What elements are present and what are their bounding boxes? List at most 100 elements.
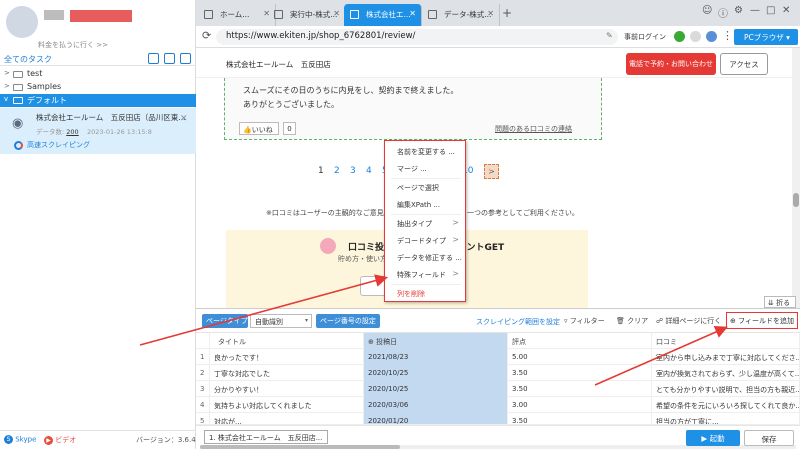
- cell[interactable]: 2020/10/25: [364, 381, 508, 397]
- pc-browser-select[interactable]: PCブラウザ ▾: [734, 29, 798, 45]
- url-input[interactable]: https://www.ekiten.jp/shop_6762801/revie…: [216, 29, 618, 45]
- column-header[interactable]: 口コミ: [652, 333, 800, 349]
- page-tab[interactable]: 1. 株式会社エールーム 五反田店...: [204, 430, 328, 444]
- menu-decode-type[interactable]: デコードタイプ >: [385, 232, 467, 249]
- maximize-icon[interactable]: □: [766, 5, 775, 16]
- menu-edit-xpath[interactable]: 編集XPath ...: [385, 196, 467, 213]
- page-2[interactable]: 2: [334, 166, 340, 176]
- cell[interactable]: 2021/08/23: [364, 349, 508, 365]
- cell[interactable]: 室内から申し込みまで丁寧に対応してくださ...: [652, 349, 800, 365]
- edit-icon[interactable]: ✎: [606, 31, 613, 40]
- tab-running[interactable]: 実行中-株式... ✕: [268, 4, 346, 26]
- cell[interactable]: 3.50: [508, 365, 652, 381]
- scrape-range-link[interactable]: スクレイピング範囲を設定: [476, 317, 560, 327]
- account-icon[interactable]: ☺: [702, 5, 712, 16]
- reload-icon[interactable]: ⟳: [202, 29, 211, 42]
- chevron-right-icon[interactable]: >: [4, 82, 10, 90]
- new-task-icon[interactable]: [164, 53, 175, 64]
- cell[interactable]: 3.00: [508, 397, 652, 413]
- table-row[interactable]: 5 対応が... 2020/01/20 3.50 担当の方が丁寧に...: [196, 413, 800, 425]
- pre-login-button[interactable]: 事前ログイン: [624, 32, 666, 42]
- cell[interactable]: 希望の条件を元にいろいろ探してくれて良か...: [652, 397, 800, 413]
- cell[interactable]: 2020/01/20: [364, 413, 508, 424]
- save-button[interactable]: 保存: [744, 430, 794, 446]
- menu-special-field[interactable]: 特殊フィールド >: [385, 266, 467, 283]
- tree-item-default[interactable]: v デフォルト: [0, 94, 196, 107]
- like-button[interactable]: 👍いいね: [239, 122, 279, 135]
- cell[interactable]: 担当の方が丁寧に...: [652, 413, 800, 424]
- cell[interactable]: 分かりやすい！: [210, 381, 364, 397]
- table-row[interactable]: 3 分かりやすい！ 2020/10/25 3.50 とても分かりやすい説明で、担…: [196, 381, 800, 397]
- cell[interactable]: 3.50: [508, 381, 652, 397]
- call-reserve-button[interactable]: 電話で予約・お問い合わせ: [626, 53, 716, 75]
- access-button[interactable]: アクセス: [720, 53, 768, 75]
- new-tab-icon[interactable]: +: [502, 6, 512, 20]
- search-task-icon[interactable]: [180, 53, 191, 64]
- task-item[interactable]: ◉ 株式会社エールーム 五反田店（品川区東... データ数: 200 2023-…: [0, 108, 196, 154]
- close-icon[interactable]: ✕: [333, 9, 340, 18]
- tab-data[interactable]: データ-株式... ✕: [422, 4, 500, 26]
- pay-link[interactable]: 料金を払うに行く >>: [38, 40, 108, 50]
- cell[interactable]: 2020/10/25: [364, 365, 508, 381]
- fold-button[interactable]: ⇊ 折る: [764, 296, 796, 308]
- column-header[interactable]: ⊕ 投稿日: [364, 333, 508, 349]
- detail-page-button[interactable]: ☍ 詳細ページに行く: [656, 316, 721, 326]
- table-row[interactable]: 4 気持ちよい対応してくれました 2020/03/06 3.00 希望の条件を元…: [196, 397, 800, 413]
- menu-extract-type[interactable]: 抽出タイプ >: [385, 215, 467, 232]
- skype-link[interactable]: S Skype: [4, 435, 36, 444]
- cell[interactable]: 5.00: [508, 349, 652, 365]
- cell[interactable]: 対応が...: [210, 413, 364, 424]
- close-icon[interactable]: ✕: [409, 9, 416, 18]
- task-count[interactable]: 200: [66, 128, 78, 136]
- close-icon[interactable]: ✕: [487, 9, 494, 18]
- review-text[interactable]: スムーズにその日のうちに内見をし、契約まで終えました。 ありがとうございました。: [243, 84, 458, 112]
- close-window-icon[interactable]: ✕: [782, 5, 790, 16]
- menu-modify-data[interactable]: データを修正する ...: [385, 249, 467, 266]
- tab-home[interactable]: ホーム... ✕: [198, 4, 276, 26]
- page-type-select[interactable]: 自動識別 ▾: [250, 314, 312, 328]
- column-header[interactable]: タイトル: [210, 333, 364, 349]
- shop-name[interactable]: 株式会社エールーム 五反田店: [226, 59, 331, 70]
- next-page-button[interactable]: >: [484, 164, 499, 179]
- menu-delete-column[interactable]: 列を削除: [385, 285, 467, 302]
- banner-subtitle[interactable]: 貯め方・使い方: [338, 254, 387, 264]
- tree-item-test[interactable]: > test: [0, 68, 196, 81]
- status-icon[interactable]: [674, 31, 685, 42]
- avatar[interactable]: [6, 6, 38, 38]
- clear-button[interactable]: 🗑 クリア: [616, 316, 648, 326]
- cell[interactable]: 3.50: [508, 413, 652, 424]
- task-name[interactable]: 株式会社エールーム 五反田店（品川区東...: [36, 112, 185, 123]
- close-icon[interactable]: ✕: [180, 114, 188, 124]
- page-4[interactable]: 4: [366, 166, 372, 176]
- cell[interactable]: 気持ちよい対応してくれました: [210, 397, 364, 413]
- cell[interactable]: 2020/03/06: [364, 397, 508, 413]
- column-header[interactable]: 評点: [508, 333, 652, 349]
- cell[interactable]: 丁寧な対応でした: [210, 365, 364, 381]
- table-row[interactable]: 2 丁寧な対応でした 2020/10/25 3.50 室内が換気されておらず、少…: [196, 365, 800, 381]
- cell[interactable]: とても分かりやすい説明で、担当の方も親近...: [652, 381, 800, 397]
- cell[interactable]: 室内が換気されておらず、少し温度が高くて...: [652, 365, 800, 381]
- scrollbar-thumb[interactable]: [793, 193, 799, 207]
- all-tasks-title[interactable]: 全てのタスク: [4, 54, 52, 65]
- menu-rename[interactable]: 名前を変更する ...: [385, 143, 467, 160]
- settings-icon[interactable]: ⚙: [734, 5, 743, 16]
- page-1[interactable]: 1: [318, 166, 324, 176]
- more-menu-icon[interactable]: ⋮: [722, 29, 733, 42]
- tab-company[interactable]: 株式会社エ... ✕: [344, 4, 422, 26]
- ad-block-icon[interactable]: [690, 31, 701, 42]
- download-icon[interactable]: [148, 53, 159, 64]
- page-type-button[interactable]: ページタイプ: [202, 314, 248, 328]
- page-number-button[interactable]: ページ番号の設定: [316, 314, 380, 328]
- tree-item-samples[interactable]: > Samples: [0, 81, 196, 94]
- start-button[interactable]: ▶ 起動: [686, 430, 740, 446]
- filter-button[interactable]: ▿ フィルター: [564, 316, 605, 326]
- menu-merge[interactable]: マージ ...: [385, 160, 467, 177]
- menu-select-on-page[interactable]: ページで選択: [385, 179, 467, 196]
- minimize-icon[interactable]: —: [750, 5, 760, 16]
- chevron-right-icon[interactable]: >: [4, 69, 10, 77]
- page-scrollbar[interactable]: [792, 48, 800, 308]
- report-link[interactable]: 問題のある口コミの連絡: [495, 124, 572, 134]
- video-link[interactable]: ▶ ビデオ: [44, 435, 76, 445]
- cell[interactable]: 良かったです！: [210, 349, 364, 365]
- chevron-down-icon[interactable]: v: [4, 95, 8, 103]
